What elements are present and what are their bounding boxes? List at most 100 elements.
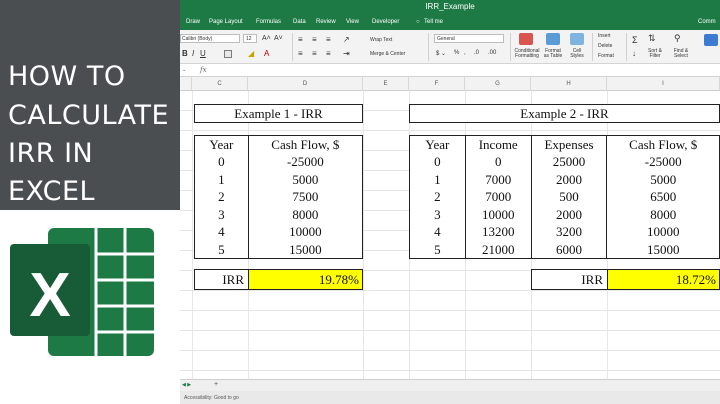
- align-center-icon[interactable]: ≡: [312, 49, 317, 58]
- column-header-i[interactable]: I: [607, 77, 720, 91]
- tab-review[interactable]: Review: [316, 19, 336, 25]
- tell-me-field[interactable]: Tell me: [424, 19, 443, 25]
- income-cell[interactable]: 10000: [464, 205, 532, 223]
- cashflow-cell[interactable]: 6500: [606, 188, 720, 206]
- cashflow-cell[interactable]: 8000: [247, 205, 364, 223]
- cashflow-cell[interactable]: 7500: [247, 188, 364, 206]
- year-cell[interactable]: 2: [194, 188, 249, 206]
- name-box-chevron-icon[interactable]: ⌄: [182, 67, 186, 73]
- autosum-icon[interactable]: Σ: [632, 35, 638, 45]
- expenses-cell[interactable]: 25000: [530, 153, 608, 171]
- year-cell[interactable]: 1: [409, 170, 466, 188]
- example2-header-expenses[interactable]: Expenses: [530, 135, 608, 153]
- column-header-f[interactable]: F: [409, 77, 465, 91]
- year-cell[interactable]: 0: [409, 153, 466, 171]
- expenses-cell[interactable]: 6000: [530, 240, 608, 259]
- comma-icon[interactable]: ,: [464, 50, 466, 56]
- add-sheet-button[interactable]: +: [214, 381, 218, 388]
- example2-header-year[interactable]: Year: [409, 135, 466, 153]
- income-cell[interactable]: 0: [464, 153, 532, 171]
- cell-styles-button[interactable]: Cell Styles: [567, 49, 587, 59]
- tab-view[interactable]: View: [346, 19, 359, 25]
- find-select-icon[interactable]: ⚲: [674, 33, 681, 44]
- increase-font-icon[interactable]: A˄: [262, 35, 271, 42]
- cashflow-cell[interactable]: 5000: [247, 170, 364, 188]
- year-cell[interactable]: 3: [409, 205, 466, 223]
- underline-icon[interactable]: U: [200, 49, 206, 58]
- cashflow-cell[interactable]: 10000: [247, 223, 364, 241]
- income-cell[interactable]: 21000: [464, 240, 532, 259]
- wrap-text-button[interactable]: Wrap Text: [370, 37, 392, 43]
- merge-center-button[interactable]: Merge & Center: [370, 51, 405, 57]
- year-cell[interactable]: 1: [194, 170, 249, 188]
- example2-irr-value[interactable]: 18.72%: [608, 270, 719, 289]
- income-cell[interactable]: 7000: [464, 188, 532, 206]
- conditional-formatting-button[interactable]: Conditional Formatting: [513, 49, 541, 59]
- format-as-table-icon[interactable]: [546, 33, 560, 45]
- align-right-icon[interactable]: ≡: [326, 49, 331, 58]
- example1-irr-value[interactable]: 19.78%: [249, 270, 362, 289]
- column-header-d[interactable]: D: [248, 77, 363, 91]
- expenses-cell[interactable]: 500: [530, 188, 608, 206]
- example1-header-year[interactable]: Year: [194, 135, 249, 153]
- delete-button[interactable]: Delete: [598, 43, 612, 49]
- font-name-select[interactable]: Calibri (Body): [180, 34, 240, 43]
- column-header-c[interactable]: C: [192, 77, 248, 91]
- example1-header-cashflow[interactable]: Cash Flow, $: [247, 135, 364, 153]
- example2-title[interactable]: Example 2 - IRR: [409, 104, 720, 123]
- year-cell[interactable]: 5: [409, 240, 466, 259]
- add-ins-icon[interactable]: [704, 34, 718, 46]
- align-top-icon[interactable]: ≡: [298, 35, 303, 44]
- tab-formulas[interactable]: Formulas: [256, 19, 281, 25]
- expenses-cell[interactable]: 2000: [530, 205, 608, 223]
- align-bottom-icon[interactable]: ≡: [326, 35, 331, 44]
- select-all-corner[interactable]: [180, 77, 192, 91]
- formula-input[interactable]: [214, 66, 714, 75]
- cashflow-cell[interactable]: 10000: [606, 223, 720, 241]
- expenses-cell[interactable]: 3200: [530, 223, 608, 241]
- cell-styles-icon[interactable]: [570, 33, 584, 45]
- tab-page-layout[interactable]: Page Layout: [209, 19, 243, 25]
- increase-decimal-icon[interactable]: .0: [474, 50, 479, 56]
- year-cell[interactable]: 4: [409, 223, 466, 241]
- percent-icon[interactable]: %: [454, 50, 459, 56]
- borders-icon[interactable]: [224, 50, 232, 58]
- italic-icon[interactable]: I: [192, 49, 194, 58]
- year-cell[interactable]: 2: [409, 188, 466, 206]
- font-color-icon[interactable]: A: [264, 49, 269, 58]
- font-size-select[interactable]: 12: [243, 34, 257, 43]
- sort-filter-icon[interactable]: ⇅: [648, 33, 656, 44]
- indent-icon[interactable]: ⇥: [343, 49, 350, 58]
- cashflow-cell[interactable]: 15000: [606, 240, 720, 259]
- sort-filter-button[interactable]: Sort & Filter: [644, 49, 666, 59]
- align-left-icon[interactable]: ≡: [298, 49, 303, 58]
- tab-data[interactable]: Data: [293, 19, 306, 25]
- orientation-icon[interactable]: ↗: [343, 35, 350, 44]
- fill-icon[interactable]: ↓: [632, 49, 636, 58]
- currency-icon[interactable]: $ ⌄: [436, 50, 446, 57]
- decrease-decimal-icon[interactable]: .00: [488, 50, 496, 56]
- cashflow-cell[interactable]: -25000: [247, 153, 364, 171]
- year-cell[interactable]: 3: [194, 205, 249, 223]
- number-format-select[interactable]: General: [434, 34, 504, 43]
- format-button[interactable]: Format: [598, 53, 614, 59]
- sheet-nav-icon[interactable]: ◀ ▶: [182, 382, 191, 388]
- fx-icon[interactable]: fx: [200, 66, 207, 74]
- cashflow-cell[interactable]: 5000: [606, 170, 720, 188]
- column-header-g[interactable]: G: [465, 77, 531, 91]
- find-select-button[interactable]: Find & Select: [670, 49, 692, 59]
- format-as-table-button[interactable]: Format as Table: [542, 49, 564, 59]
- income-cell[interactable]: 13200: [464, 223, 532, 241]
- cashflow-cell[interactable]: -25000: [606, 153, 720, 171]
- tab-comments[interactable]: Comm: [698, 19, 716, 25]
- example2-irr-label[interactable]: IRR: [532, 270, 608, 289]
- conditional-formatting-icon[interactable]: [519, 33, 533, 45]
- cashflow-cell[interactable]: 15000: [247, 240, 364, 259]
- column-header-e[interactable]: E: [363, 77, 409, 91]
- year-cell[interactable]: 0: [194, 153, 249, 171]
- example2-header-income[interactable]: Income: [464, 135, 532, 153]
- fill-color-icon[interactable]: ◢: [248, 49, 254, 58]
- column-header-h[interactable]: H: [531, 77, 607, 91]
- tab-draw[interactable]: Draw: [186, 19, 200, 25]
- decrease-font-icon[interactable]: A˅: [274, 35, 283, 42]
